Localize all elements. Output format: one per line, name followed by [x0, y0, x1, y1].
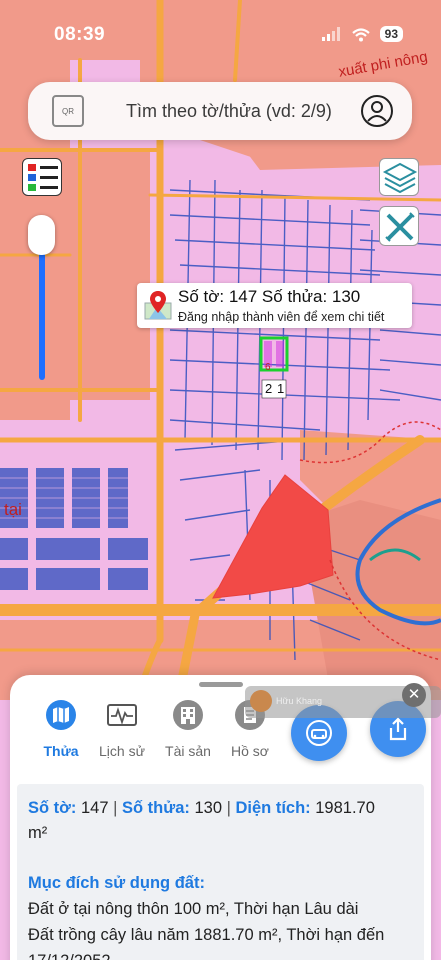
so-to-value: 147: [80, 799, 109, 817]
signal-icon: [321, 27, 340, 41]
map-icon: [46, 700, 76, 730]
status-bar: 08:39 93: [0, 0, 441, 70]
area-unit: m²: [28, 824, 48, 842]
map-label-location: tại: [4, 500, 22, 519]
land-use-line-2: Đất trồng cây lâu năm 1881.70 m², Thời h…: [28, 926, 385, 944]
land-use-line-3: 17/12/2052: [28, 952, 111, 960]
tab-label-tai-san: Tài sản: [165, 743, 211, 759]
sheet-drag-handle[interactable]: [199, 682, 243, 687]
qr-code-icon[interactable]: QR: [52, 95, 84, 127]
tooltip-title: Số tờ: 147 Số thửa: 130: [178, 287, 361, 306]
so-to-label: Số tờ:: [28, 799, 77, 817]
parcel-tooltip[interactable]: Số tờ: 147 Số thửa: 130 Đăng nhập thành …: [137, 283, 412, 328]
land-use-purpose-label: Mục đích sử dụng đất:: [28, 874, 205, 892]
map-label-parcel-digit: 6: [265, 362, 271, 373]
so-thua-value: 130: [194, 799, 222, 817]
map-label-parcel-number-right: 1: [277, 381, 285, 396]
close-icon[interactable]: ✕: [402, 683, 426, 707]
building-icon: [173, 700, 203, 730]
tab-label-ho-so: Hồ sơ: [231, 743, 269, 759]
search-bar[interactable]: QR Tìm theo tờ/thửa (vd: 2/9): [28, 82, 412, 140]
zoom-slider-handle[interactable]: [28, 215, 55, 255]
wifi-icon: [351, 27, 370, 41]
tab-tai-san[interactable]: Tài sản: [158, 700, 218, 759]
share-icon: [389, 717, 407, 741]
tab-lich-su[interactable]: Lịch sử: [92, 700, 152, 759]
legend-button[interactable]: [22, 158, 62, 196]
tooltip-login-hint[interactable]: Đăng nhập thành viên để xem chi tiết: [178, 310, 384, 324]
map-label-parcel-number-left: 2: [265, 381, 273, 396]
parcel-summary-line: Số tờ: 147 | Số thửa: 130 | Diện tích: 1…: [28, 799, 375, 818]
search-input[interactable]: Tìm theo tờ/thửa (vd: 2/9): [126, 101, 332, 122]
map-pin-icon: [144, 291, 172, 320]
car-icon: [306, 720, 332, 746]
qr-code-label: QR: [62, 106, 74, 116]
user-account-icon[interactable]: [360, 94, 394, 128]
layers-button[interactable]: [379, 158, 419, 196]
tab-label-lich-su: Lịch sử: [99, 743, 145, 759]
history-icon: [107, 704, 137, 726]
caller-name: Hữu Khang: [276, 696, 323, 706]
measure-button[interactable]: [379, 206, 419, 246]
separator: |: [226, 799, 231, 817]
legend-list-icon: [28, 164, 58, 191]
so-thua-label: Số thửa:: [122, 799, 190, 817]
land-use-line-1: Đất ở tại nông thôn 100 m², Thời hạn Lâu…: [28, 900, 359, 918]
tab-label-thua: Thửa: [43, 743, 79, 759]
battery-indicator: 93: [379, 26, 403, 42]
separator: |: [113, 799, 118, 817]
dien-tich-value: 1981.70: [315, 799, 375, 817]
tab-thua[interactable]: Thửa: [31, 700, 91, 759]
dien-tich-label: Diện tích:: [235, 799, 311, 817]
status-time: 08:39: [54, 24, 106, 45]
avatar: [250, 690, 272, 712]
parcel-info-card: Số tờ: 147 | Số thửa: 130 | Diện tích: 1…: [17, 784, 424, 960]
ruler-measure-icon: [385, 212, 415, 242]
status-icons: 93: [321, 26, 403, 42]
layers-icon: [382, 162, 418, 194]
